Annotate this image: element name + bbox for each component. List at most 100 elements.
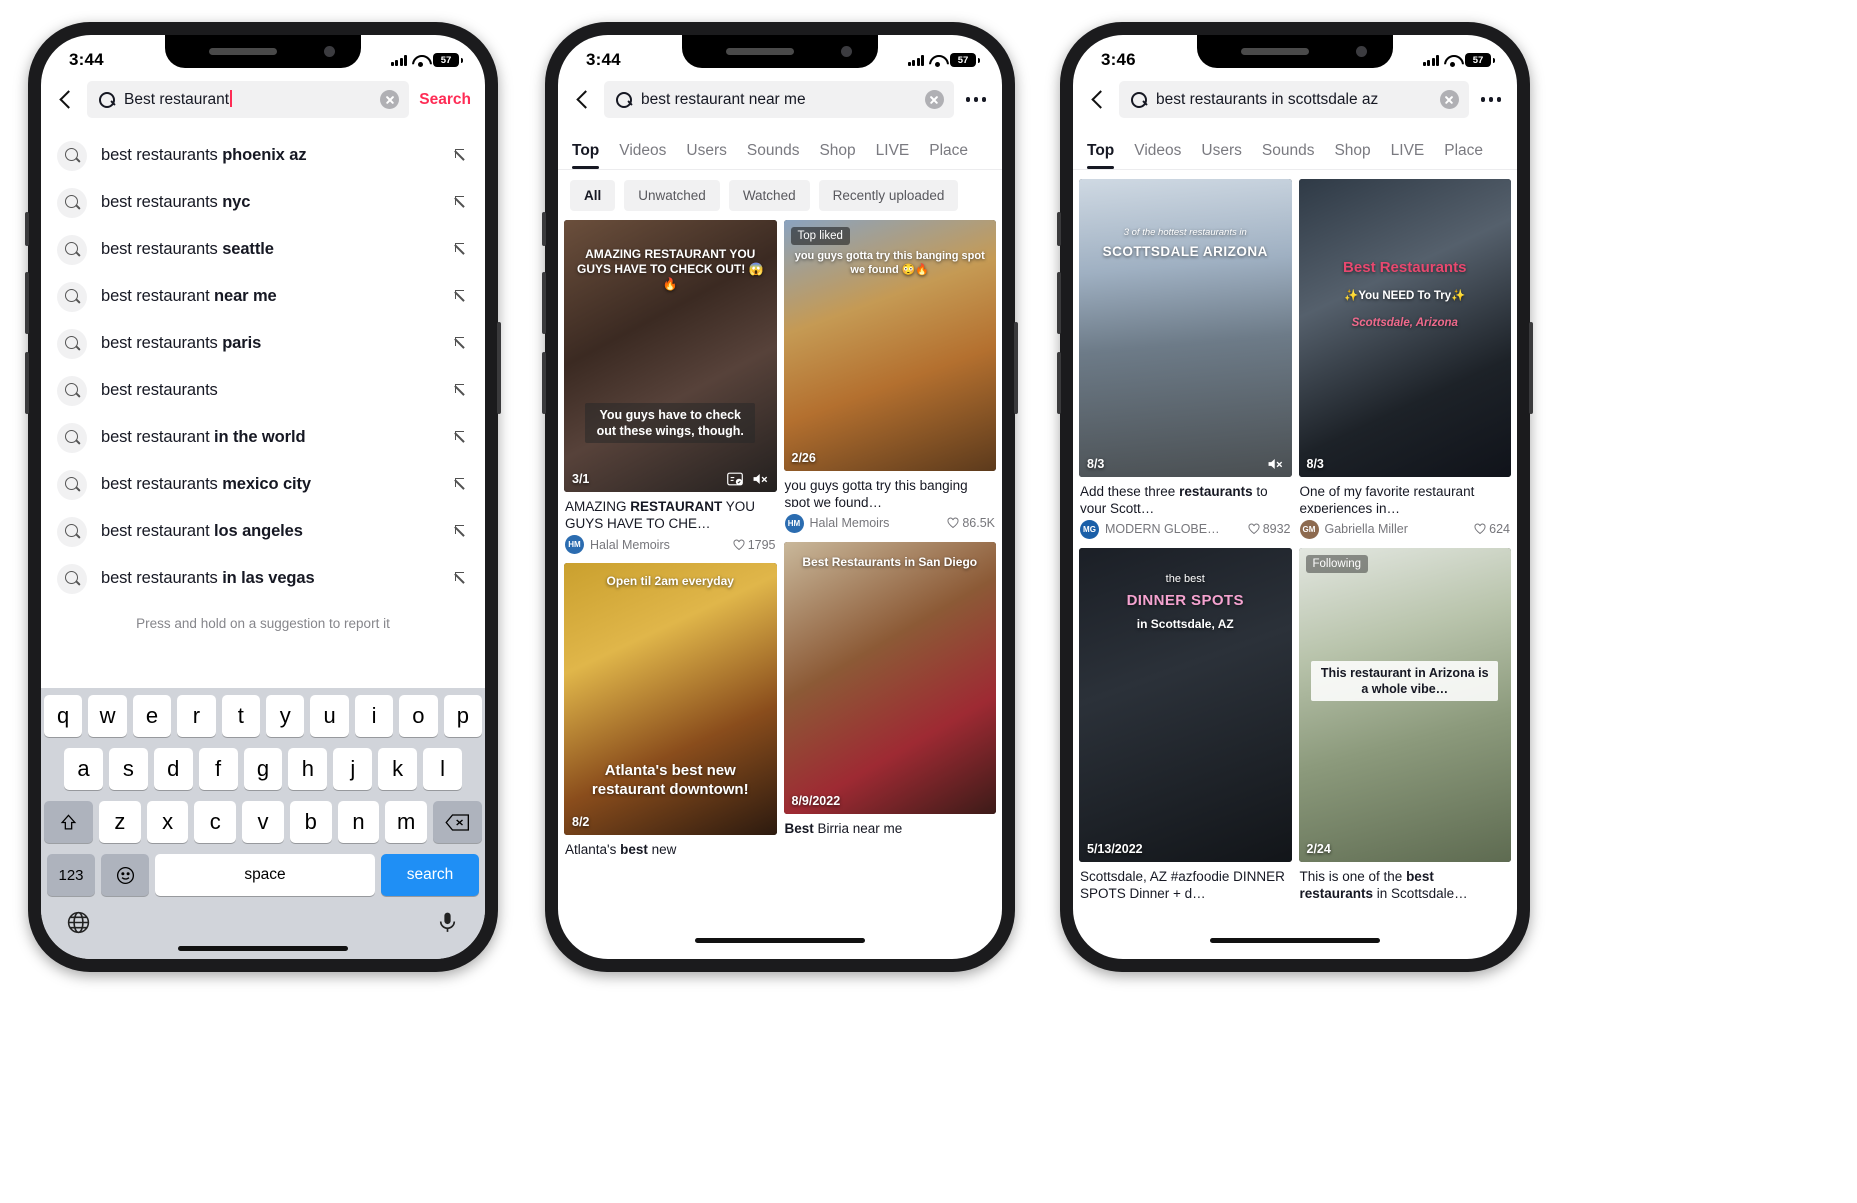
back-icon[interactable] — [1087, 89, 1109, 111]
phone1-volume-up[interactable] — [25, 272, 29, 334]
key-g[interactable]: g — [243, 748, 283, 790]
video-thumbnail[interactable]: Top liked you guys gotta try this bangin… — [783, 220, 996, 471]
arrow-up-left-icon[interactable] — [453, 242, 469, 258]
key-k[interactable]: k — [378, 748, 418, 790]
list-item[interactable]: best restaurants — [41, 367, 485, 414]
key-f[interactable]: f — [198, 748, 238, 790]
video-author[interactable]: Gabriella Miller — [1325, 522, 1469, 536]
video-thumbnail[interactable]: the best DINNER SPOTS in Scottsdale, AZ … — [1079, 547, 1292, 862]
list-item[interactable]: best restaurants paris — [41, 320, 485, 367]
arrow-up-left-icon[interactable] — [453, 430, 469, 446]
tab-sounds[interactable]: Sounds — [747, 142, 800, 169]
key-h[interactable]: h — [288, 748, 328, 790]
key-o[interactable]: o — [399, 695, 438, 737]
phone3-mute-switch[interactable] — [1057, 212, 1061, 246]
tab-live[interactable]: LIVE — [1391, 142, 1425, 169]
video-thumbnail[interactable]: Best Restaurants ✨You NEED To Try✨ Scott… — [1298, 179, 1511, 477]
video-card[interactable]: Best Restaurants ✨You NEED To Try✨ Scott… — [1298, 179, 1511, 539]
tab-live[interactable]: LIVE — [876, 142, 910, 169]
search-submit-button[interactable]: Search — [419, 91, 471, 109]
more-options-icon[interactable] — [1479, 97, 1504, 102]
video-thumbnail[interactable]: Best Restaurants in San Diego 8/9/2022 — [783, 541, 996, 814]
key-z[interactable]: z — [98, 801, 141, 843]
back-icon[interactable] — [572, 89, 594, 111]
chip-recently-uploaded[interactable]: Recently uploaded — [818, 180, 959, 211]
keyboard-search-key[interactable]: search — [381, 854, 479, 896]
video-thumbnail[interactable]: AMAZING RESTAURANT YOU GUYS HAVE TO CHEC… — [564, 220, 777, 492]
tab-users[interactable]: Users — [686, 142, 726, 169]
tab-place[interactable]: Place — [1444, 142, 1483, 169]
video-author[interactable]: Halal Memoirs — [590, 538, 727, 552]
shift-key[interactable] — [43, 801, 93, 843]
emoji-key[interactable] — [101, 854, 149, 896]
video-card[interactable]: Best Restaurants in San Diego 8/9/2022 B… — [783, 541, 996, 837]
phone2-volume-down[interactable] — [542, 352, 546, 414]
chip-watched[interactable]: Watched — [728, 180, 810, 211]
tab-place[interactable]: Place — [929, 142, 968, 169]
key-x[interactable]: x — [146, 801, 189, 843]
globe-icon[interactable] — [66, 910, 91, 935]
space-key[interactable]: space — [155, 854, 375, 896]
arrow-up-left-icon[interactable] — [453, 571, 469, 587]
list-item[interactable]: best restaurant los angeles — [41, 508, 485, 555]
clear-icon[interactable] — [924, 90, 944, 109]
list-item[interactable]: best restaurants in las vegas — [41, 555, 485, 602]
chip-all[interactable]: All — [570, 180, 616, 211]
key-p[interactable]: p — [443, 695, 483, 737]
phone3-volume-up[interactable] — [1057, 272, 1061, 334]
tab-shop[interactable]: Shop — [819, 142, 855, 169]
key-q[interactable]: q — [43, 695, 83, 737]
arrow-up-left-icon[interactable] — [453, 289, 469, 305]
list-item[interactable]: best restaurants seattle — [41, 226, 485, 273]
chip-unwatched[interactable]: Unwatched — [624, 180, 720, 211]
list-item[interactable]: best restaurants nyc — [41, 179, 485, 226]
key-u[interactable]: u — [310, 695, 349, 737]
list-item[interactable]: best restaurant in the world — [41, 414, 485, 461]
avatar[interactable]: HM — [565, 535, 584, 554]
key-t[interactable]: t — [221, 695, 260, 737]
numbers-key[interactable]: 123 — [47, 854, 95, 896]
video-card[interactable]: the best DINNER SPOTS in Scottsdale, AZ … — [1079, 547, 1292, 898]
tab-videos[interactable]: Videos — [1134, 142, 1181, 169]
avatar[interactable]: HM — [784, 513, 804, 533]
key-r[interactable]: r — [177, 695, 216, 737]
tab-top[interactable]: Top — [1087, 142, 1115, 169]
key-v[interactable]: v — [242, 801, 284, 843]
key-i[interactable]: i — [354, 695, 394, 737]
arrow-up-left-icon[interactable] — [453, 195, 469, 211]
list-item[interactable]: best restaurant near me — [41, 273, 485, 320]
phone2-volume-up[interactable] — [542, 272, 546, 334]
phone3-volume-down[interactable] — [1057, 352, 1061, 414]
video-author[interactable]: Halal Memoirs — [810, 516, 942, 530]
list-item[interactable]: best restaurants mexico city — [41, 461, 485, 508]
video-card[interactable]: 3 of the hottest restaurants in SCOTTSDA… — [1079, 179, 1292, 539]
arrow-up-left-icon[interactable] — [453, 524, 469, 540]
back-icon[interactable] — [55, 89, 77, 111]
tab-videos[interactable]: Videos — [619, 142, 666, 169]
video-card[interactable]: Following This restaurant in Arizona is … — [1298, 547, 1511, 898]
tab-shop[interactable]: Shop — [1334, 142, 1370, 169]
arrow-up-left-icon[interactable] — [453, 477, 469, 493]
clear-icon[interactable] — [1439, 90, 1459, 109]
key-a[interactable]: a — [64, 748, 103, 790]
search-input[interactable]: best restaurants in scottsdale az — [1119, 81, 1469, 118]
phone1-mute-switch[interactable] — [25, 212, 29, 246]
clear-icon[interactable] — [380, 90, 400, 109]
list-item[interactable]: best restaurants phoenix az — [41, 132, 485, 179]
phone1-volume-down[interactable] — [25, 352, 29, 414]
key-c[interactable]: c — [194, 801, 237, 843]
video-card[interactable]: Top liked you guys gotta try this bangin… — [783, 220, 996, 533]
key-b[interactable]: b — [289, 801, 332, 843]
key-l[interactable]: l — [423, 748, 463, 790]
phone2-mute-switch[interactable] — [542, 212, 546, 246]
video-card[interactable]: AMAZING RESTAURANT YOU GUYS HAVE TO CHEC… — [564, 220, 777, 554]
key-s[interactable]: s — [108, 748, 148, 790]
key-n[interactable]: n — [337, 801, 380, 843]
key-j[interactable]: j — [333, 748, 373, 790]
search-input[interactable]: Best restaurant — [87, 81, 410, 118]
microphone-icon[interactable] — [435, 910, 460, 935]
key-m[interactable]: m — [385, 801, 428, 843]
search-input[interactable]: best restaurant near me — [604, 81, 954, 118]
arrow-up-left-icon[interactable] — [453, 336, 469, 352]
key-d[interactable]: d — [153, 748, 193, 790]
